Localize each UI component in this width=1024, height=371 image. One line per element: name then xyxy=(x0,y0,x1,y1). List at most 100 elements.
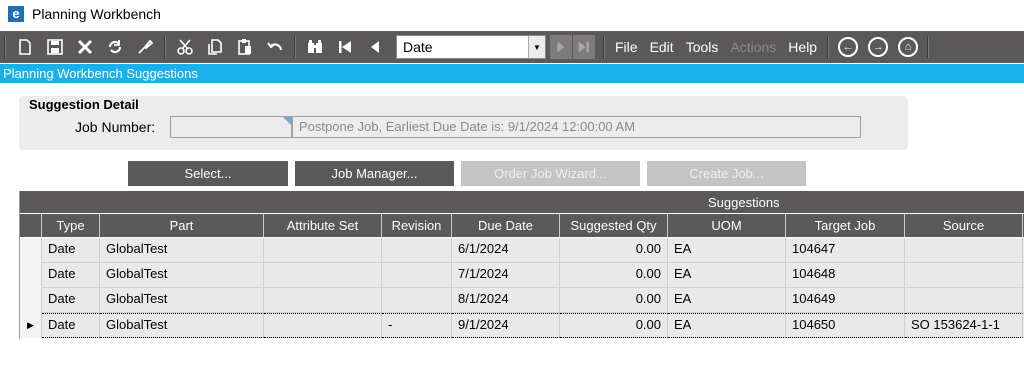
cell-suggested-qty: 0.00 xyxy=(560,288,668,313)
order-job-wizard-button[interactable]: Order Job Wizard... xyxy=(461,161,640,186)
cell-part: GlobalTest xyxy=(100,313,264,338)
first-record-icon[interactable] xyxy=(333,35,357,59)
cell-revision xyxy=(382,263,452,288)
cell-due-date: 7/1/2024 xyxy=(452,263,560,288)
grid-banner: Suggestions xyxy=(20,191,1024,213)
menu-edit[interactable]: Edit xyxy=(650,39,674,55)
column-header-type[interactable]: Type xyxy=(42,214,100,237)
cell-attribute-set xyxy=(264,288,382,313)
menu-file[interactable]: File xyxy=(615,39,638,55)
suggestion-detail-panel: Suggestion Detail Job Number: Postpone J… xyxy=(19,96,908,150)
cell-uom: EA xyxy=(668,313,786,338)
cell-source xyxy=(905,288,1023,313)
column-header-revision[interactable]: Revision xyxy=(382,214,452,237)
forward-icon[interactable]: → xyxy=(868,37,889,57)
cell-part: GlobalTest xyxy=(100,288,264,313)
cell-part: GlobalTest xyxy=(100,238,264,263)
table-row[interactable]: Date GlobalTest 7/1/2024 0.00 EA 104648 xyxy=(20,263,1024,288)
new-icon[interactable] xyxy=(13,35,37,59)
undo-icon[interactable] xyxy=(263,35,287,59)
search-flag-icon xyxy=(283,117,291,125)
save-icon[interactable] xyxy=(43,35,67,59)
cell-type: Date xyxy=(42,238,100,263)
job-description-field: Postpone Job, Earliest Due Date is: 9/1/… xyxy=(292,116,861,138)
last-record-icon[interactable] xyxy=(573,35,595,59)
cell-type: Date xyxy=(42,263,100,288)
column-header-due-date[interactable]: Due Date xyxy=(452,214,560,237)
cell-source xyxy=(905,238,1023,263)
navigation-combo-value: Date xyxy=(403,39,433,55)
toolbar-separator xyxy=(927,36,930,58)
cell-part: GlobalTest xyxy=(100,263,264,288)
cell-revision xyxy=(382,238,452,263)
home-icon[interactable]: ⌂ xyxy=(898,37,919,57)
cell-attribute-set xyxy=(264,263,382,288)
page-title: Planning Workbench Suggestions xyxy=(0,64,1024,83)
title-bar: e Planning Workbench xyxy=(0,0,1024,28)
cell-suggested-qty: 0.00 xyxy=(560,263,668,288)
menu-help[interactable]: Help xyxy=(788,39,817,55)
refresh-icon[interactable] xyxy=(103,35,127,59)
cell-target-job: 104649 xyxy=(786,288,905,313)
table-row[interactable]: ▶ Date GlobalTest - 9/1/2024 0.00 EA 104… xyxy=(20,313,1024,338)
window-title: Planning Workbench xyxy=(32,6,161,22)
toolbar-separator xyxy=(164,36,166,58)
cell-source: SO 153624-1-1 xyxy=(905,313,1023,338)
grid-banner-title: Suggestions xyxy=(708,195,780,210)
row-selector[interactable] xyxy=(20,288,42,313)
column-header-source[interactable]: Source xyxy=(905,214,1023,237)
cell-type: Date xyxy=(42,288,100,313)
cell-attribute-set xyxy=(264,313,382,338)
copy-icon[interactable] xyxy=(203,35,227,59)
row-selector[interactable] xyxy=(20,238,42,263)
grid-header-row: Type Part Attribute Set Revision Due Dat… xyxy=(20,214,1024,237)
cell-uom: EA xyxy=(668,288,786,313)
toolbar-separator xyxy=(4,36,6,58)
column-header-attribute-set[interactable]: Attribute Set xyxy=(264,214,382,237)
toolbar-separator xyxy=(294,36,296,58)
row-selector-header xyxy=(20,214,42,237)
navigation-combo[interactable]: Date ▼ xyxy=(396,35,546,59)
job-manager-button[interactable]: Job Manager... xyxy=(295,161,454,186)
cell-due-date: 8/1/2024 xyxy=(452,288,560,313)
job-number-label: Job Number: xyxy=(75,119,156,135)
cell-revision: - xyxy=(382,313,452,338)
toolbar-separator xyxy=(827,36,830,58)
row-selector[interactable] xyxy=(20,263,42,288)
toolbar: Date ▼ File Edit Tools Actions Help ← → … xyxy=(0,31,1024,63)
clear-icon[interactable] xyxy=(133,35,157,59)
column-header-target-job[interactable]: Target Job xyxy=(786,214,905,237)
column-header-uom[interactable]: UOM xyxy=(668,214,786,237)
previous-record-icon[interactable] xyxy=(363,35,387,59)
column-header-part[interactable]: Part xyxy=(100,214,264,237)
column-header-suggested-qty[interactable]: Suggested Qty xyxy=(560,214,668,237)
cut-icon[interactable] xyxy=(173,35,197,59)
back-icon[interactable]: ← xyxy=(838,37,859,57)
suggestions-grid: Suggestions Type Part Attribute Set Revi… xyxy=(19,191,1024,339)
cell-source xyxy=(905,263,1023,288)
next-record-icon[interactable] xyxy=(550,35,572,59)
menu-actions[interactable]: Actions xyxy=(730,39,776,55)
search-icon[interactable] xyxy=(303,35,327,59)
chevron-down-icon[interactable]: ▼ xyxy=(528,36,545,58)
cell-suggested-qty: 0.00 xyxy=(560,238,668,263)
create-job-button[interactable]: Create Job... xyxy=(647,161,806,186)
cell-target-job: 104650 xyxy=(786,313,905,338)
select-button[interactable]: Select... xyxy=(128,161,288,186)
cell-type: Date xyxy=(42,313,100,338)
delete-icon[interactable] xyxy=(73,35,97,59)
menu-tools[interactable]: Tools xyxy=(686,39,719,55)
cell-target-job: 104648 xyxy=(786,263,905,288)
app-icon: e xyxy=(8,6,24,22)
cell-due-date: 6/1/2024 xyxy=(452,238,560,263)
table-row[interactable]: Date GlobalTest 8/1/2024 0.00 EA 104649 xyxy=(20,288,1024,313)
cell-revision xyxy=(382,288,452,313)
suggestion-detail-title: Suggestion Detail xyxy=(29,97,139,112)
table-row[interactable]: Date GlobalTest 6/1/2024 0.00 EA 104647 xyxy=(20,238,1024,263)
cell-suggested-qty: 0.00 xyxy=(560,313,668,338)
job-number-field[interactable] xyxy=(170,116,292,138)
cell-due-date: 9/1/2024 xyxy=(452,313,560,338)
active-row-indicator-icon[interactable]: ▶ xyxy=(20,313,42,338)
cell-attribute-set xyxy=(264,238,382,263)
paste-icon[interactable] xyxy=(233,35,257,59)
